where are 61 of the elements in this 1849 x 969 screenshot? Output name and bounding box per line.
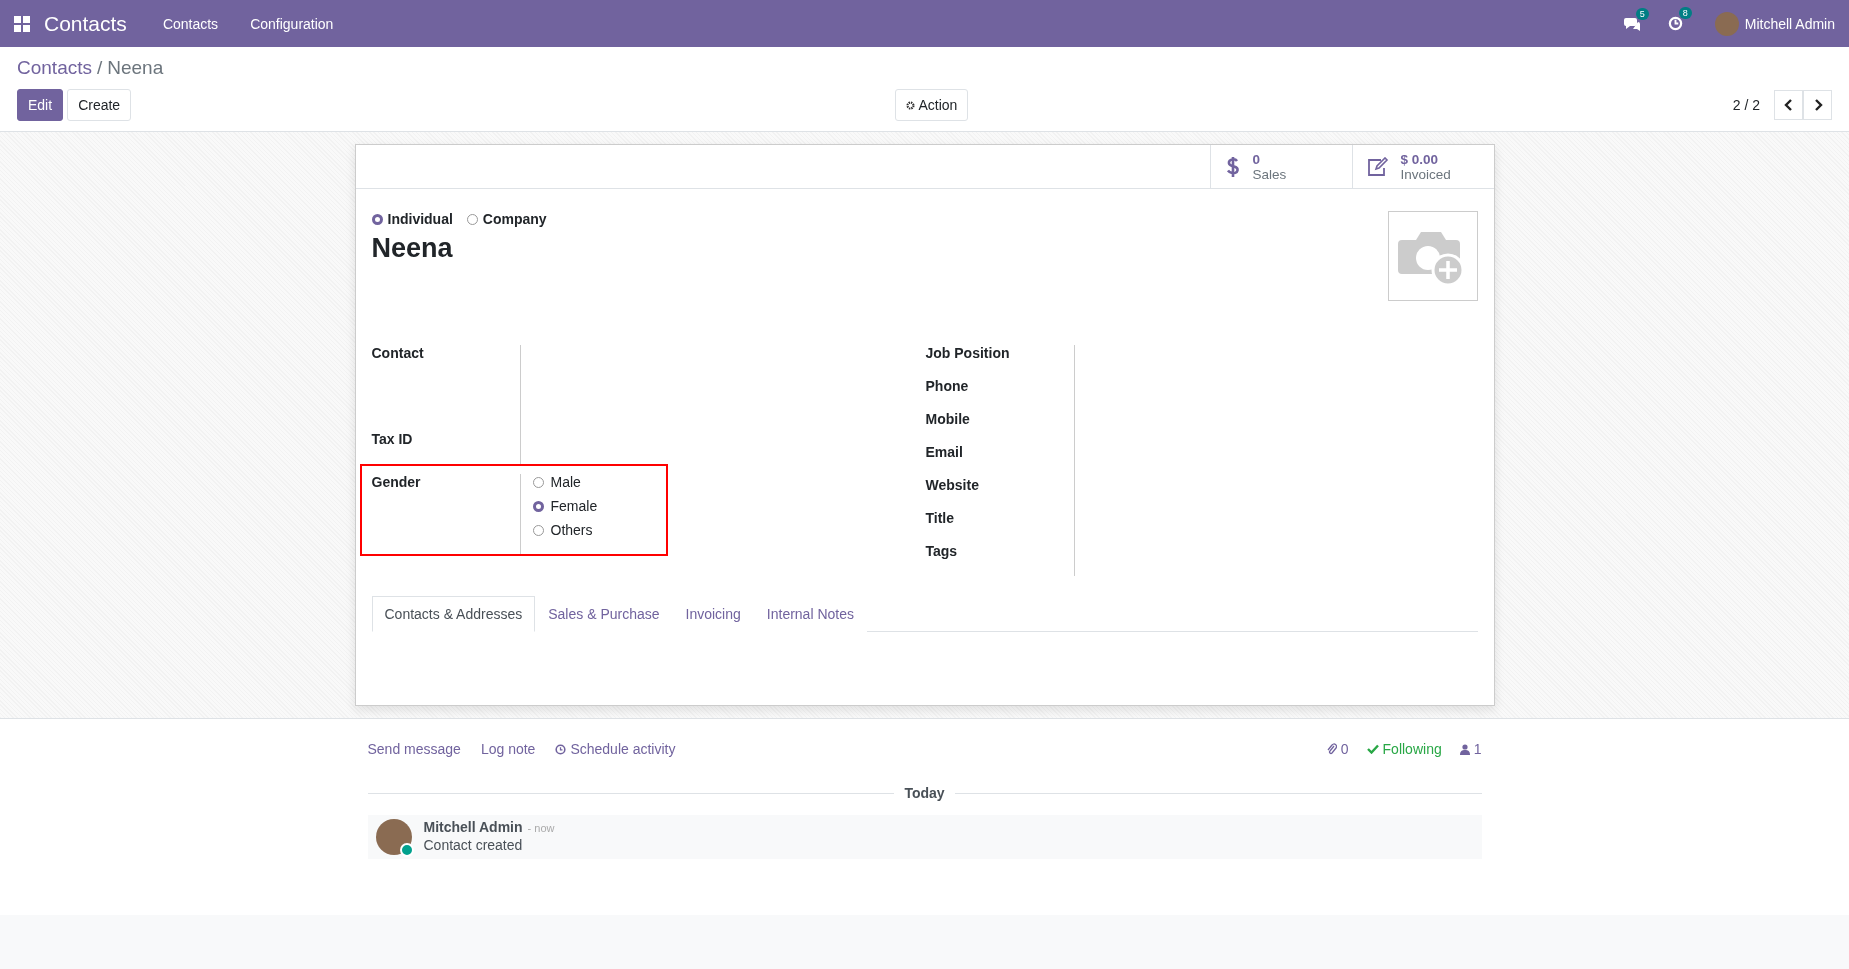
field-label: Phone	[925, 378, 1075, 411]
breadcrumb-item: Neena	[107, 57, 164, 79]
check-icon	[1366, 744, 1379, 754]
chevron-left-icon	[1783, 99, 1794, 111]
clock-icon[interactable]	[1667, 16, 1683, 31]
company-type-radio[interactable]: Individual	[371, 211, 453, 227]
nav-menu-item[interactable]: Contacts	[146, 15, 235, 32]
app-title[interactable]: Contacts	[44, 11, 127, 36]
field-label: Job Position	[925, 345, 1075, 378]
notification-badge: 8	[1678, 7, 1692, 19]
chat-icon[interactable]	[1623, 16, 1640, 31]
company-type-radio[interactable]: Company	[466, 211, 547, 227]
clock-icon	[555, 743, 567, 755]
chevron-right-icon	[1812, 99, 1823, 111]
pager-counter: 2 / 2	[1732, 97, 1760, 113]
edit-icon	[1366, 156, 1389, 177]
nav-menu-item[interactable]: Configuration	[234, 15, 350, 32]
followers-link[interactable]: 1	[1459, 741, 1482, 757]
apps-grid-icon[interactable]	[14, 15, 30, 32]
edit-button[interactable]: Edit	[17, 89, 64, 121]
field-label: Website	[925, 477, 1075, 510]
field-label: Contact	[371, 345, 521, 431]
person-icon	[1459, 743, 1470, 755]
breadcrumb-separator: /	[97, 57, 103, 79]
chatter-link[interactable]: Log note	[480, 741, 536, 757]
radio-icon[interactable]	[532, 524, 544, 536]
message-time: - now	[527, 822, 555, 834]
field-label: Mobile	[925, 411, 1075, 444]
gender-radio[interactable]: Male	[532, 474, 598, 490]
paperclip-icon	[1326, 743, 1337, 755]
message-author: Mitchell Admin	[423, 819, 523, 835]
notification-badge: 5	[1635, 7, 1649, 20]
action-button[interactable]: Action	[895, 89, 969, 121]
field-label: Title	[925, 510, 1075, 543]
date-separator: Today	[904, 785, 945, 801]
dollar-icon	[1224, 154, 1241, 179]
radio-icon[interactable]	[371, 213, 383, 225]
field-label: Tags	[925, 543, 1075, 576]
create-button[interactable]: Create	[67, 89, 132, 121]
message-body: Contact created	[423, 837, 524, 853]
radio-icon[interactable]	[466, 213, 478, 225]
contact-name: Neena	[371, 233, 454, 264]
field-label: Email	[925, 444, 1075, 477]
user-name[interactable]: Mitchell Admin	[1744, 15, 1835, 32]
chatter-link[interactable]: Schedule activity	[555, 741, 676, 757]
stat-button[interactable]: 0 Sales	[1209, 145, 1352, 188]
attachments-link[interactable]: 0	[1326, 741, 1349, 757]
gender-radio[interactable]: Female	[532, 498, 598, 514]
gender-radio[interactable]: Others	[532, 522, 598, 538]
breadcrumb-item[interactable]: Contacts	[17, 57, 92, 79]
notebook-tab[interactable]: Contacts & Addresses	[371, 596, 536, 632]
field-label: Gender	[371, 474, 521, 554]
previous-button[interactable]	[1774, 90, 1803, 120]
following-link[interactable]: Following	[1366, 741, 1442, 757]
chatter-link[interactable]: Send message	[367, 741, 461, 757]
radio-icon[interactable]	[532, 500, 544, 512]
next-button[interactable]	[1803, 90, 1832, 120]
gear-icon	[906, 101, 916, 110]
radio-icon[interactable]	[532, 476, 544, 488]
field-label: Tax ID	[371, 431, 521, 464]
stat-button[interactable]: $ 0.00 Invoiced	[1351, 145, 1494, 188]
